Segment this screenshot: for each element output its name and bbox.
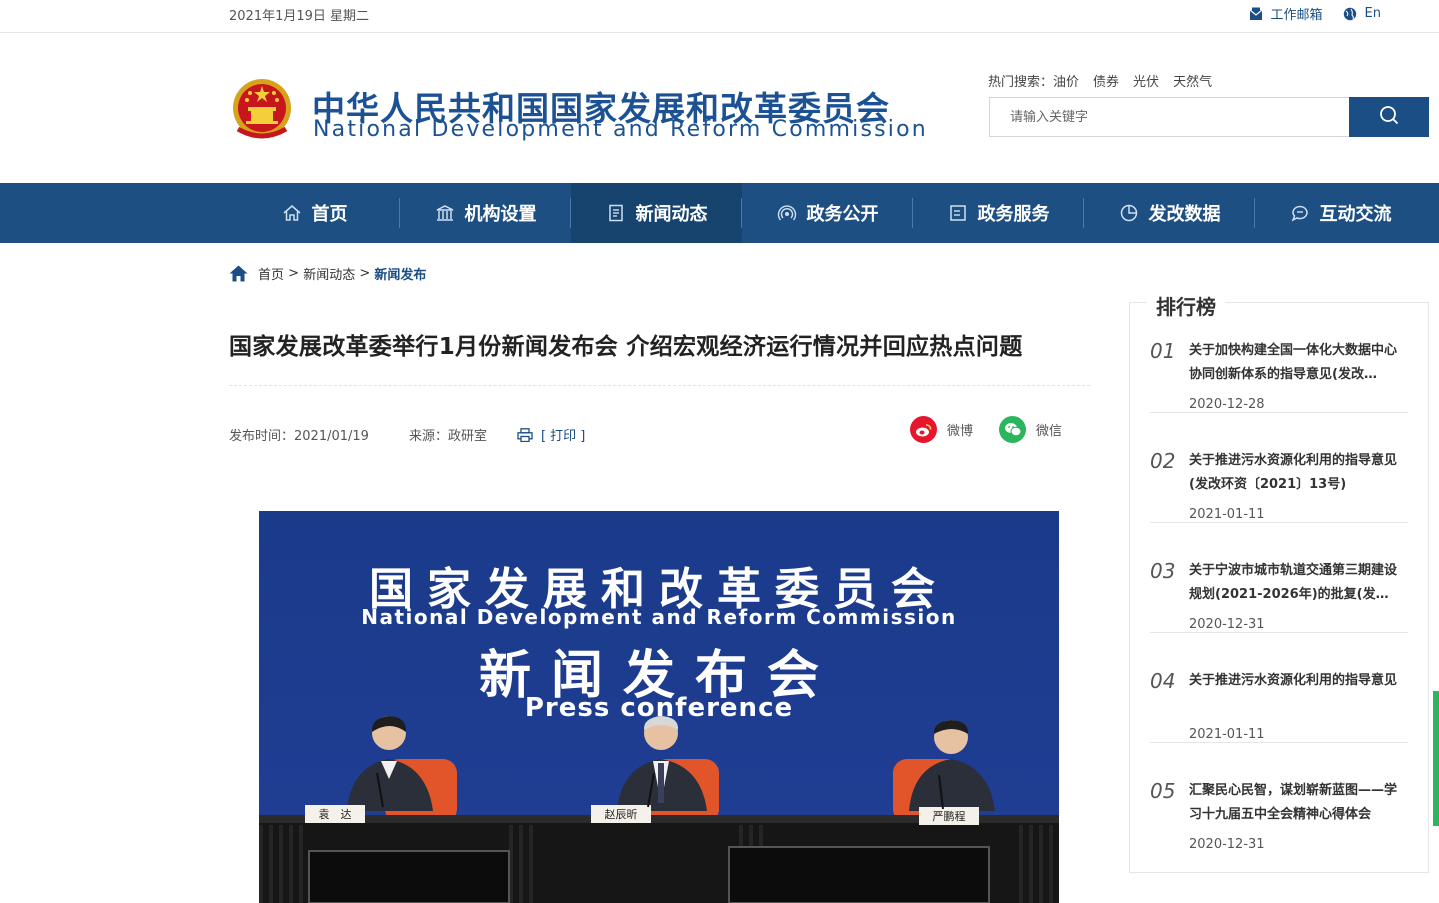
globe-icon xyxy=(1343,7,1357,21)
nav-item-label: 发改数据 xyxy=(1148,204,1221,225)
main-nav: 首页 机构设置 新闻动态 政务公开 政务服务 发改数据 互动交流 xyxy=(0,183,1439,243)
ranking-item: 02 关于推进污水资源化利用的指导意见(发改环资〔2021〕13号) 2021-… xyxy=(1150,413,1408,523)
search-box xyxy=(989,97,1429,137)
backdrop-press-conference-en: Press conference xyxy=(524,693,794,723)
search-button[interactable] xyxy=(1349,97,1429,137)
article-source: 来源：政研室 xyxy=(408,429,487,444)
breadcrumb-current[interactable]: 新闻发布 xyxy=(374,264,426,283)
top-links: 工作邮箱 En xyxy=(1229,4,1381,23)
top-bar: 2021年1月19日 星期二 工作邮箱 En xyxy=(0,0,1439,33)
nav-item-services[interactable]: 政务服务 xyxy=(913,183,1084,243)
breadcrumb-news-link[interactable]: 新闻动态 xyxy=(303,264,355,283)
nameplate-3: 严鹏程 xyxy=(933,810,966,823)
print-label: [ 打印 ] xyxy=(540,429,586,444)
nameplate-2: 赵辰昕 xyxy=(605,807,638,821)
article-meta: 发布时间：2021/01/19 来源：政研室 [ 打印 ] xyxy=(229,425,585,444)
ranking-date: 2021-01-11 xyxy=(1189,727,1265,742)
nav-item-home[interactable]: 首页 xyxy=(229,183,400,243)
side-float-tab[interactable] xyxy=(1433,691,1439,826)
mail-icon xyxy=(1249,7,1263,21)
hot-word-link[interactable]: 光伏 xyxy=(1133,71,1159,90)
broadcast-icon xyxy=(777,203,797,223)
ranking-item: 05 汇聚民心民智，谋划崭新蓝图——学习十九届五中全会精神心得体会 2020-1… xyxy=(1150,743,1408,853)
nav-item-label: 新闻动态 xyxy=(635,204,708,225)
ranking-date: 2021-01-11 xyxy=(1189,507,1265,522)
share-wechat-button[interactable]: 微信 xyxy=(999,416,1062,443)
ranking-item: 03 关于宁波市城市轨道交通第三期建设规划(2021-2026年)的批复(发… … xyxy=(1150,523,1408,633)
ranking-link[interactable]: 汇聚民心民智，谋划崭新蓝图——学习十九届五中全会精神心得体会 xyxy=(1189,779,1408,827)
nav-item-label: 政务公开 xyxy=(806,204,879,225)
home-icon[interactable] xyxy=(229,265,248,282)
building-icon xyxy=(435,203,455,223)
ranking-number: 01 xyxy=(1150,339,1176,363)
hot-word-link[interactable]: 债券 xyxy=(1093,71,1119,90)
search-icon xyxy=(1379,105,1399,129)
nav-item-interaction[interactable]: 互动交流 xyxy=(1255,183,1426,243)
breadcrumb-home-link[interactable]: 首页 xyxy=(258,264,284,283)
nav-item-organization[interactable]: 机构设置 xyxy=(400,183,571,243)
site-title-en: National Development and Reform Commissi… xyxy=(313,117,928,142)
ranking-item: 04 关于推进污水资源化利用的指导意见 2021-01-11 xyxy=(1150,633,1408,743)
work-mail-link[interactable]: 工作邮箱 xyxy=(1249,4,1323,23)
share-weibo-label: 微博 xyxy=(947,424,974,439)
pie-chart-icon xyxy=(1119,203,1139,223)
backdrop-title-en: National Development and Reform Commissi… xyxy=(361,605,957,629)
nav-item-news[interactable]: 新闻动态 xyxy=(571,183,742,243)
search-input[interactable] xyxy=(989,97,1349,137)
ranking-number: 05 xyxy=(1150,779,1176,803)
english-label: En xyxy=(1364,6,1381,21)
weibo-icon xyxy=(910,416,937,443)
press-conference-photo: 袁 达 赵辰昕 严鹏程 国家发展和改革委员会 National Developm… xyxy=(259,511,1059,903)
english-link[interactable]: En xyxy=(1343,6,1381,21)
breadcrumb-separator: > xyxy=(284,266,304,281)
ranking-date: 2020-12-31 xyxy=(1189,837,1265,852)
hot-search: 热门搜索： 油价 债券 光伏 天然气 xyxy=(988,71,1212,90)
ranking-panel: 排行榜 01 关于加快构建全国一体化大数据中心协同创新体系的指导意见(发改… 2… xyxy=(1129,291,1429,873)
current-date: 2021年1月19日 星期二 xyxy=(229,9,370,24)
hot-word-link[interactable]: 油价 xyxy=(1053,71,1079,90)
breadcrumb: 首页 > 新闻动态 > 新闻发布 xyxy=(229,264,426,283)
share-weibo-button[interactable]: 微博 xyxy=(910,416,973,443)
site-header: 中华人民共和国国家发展和改革委员会 National Development a… xyxy=(0,33,1439,183)
nameplate-1: 袁 达 xyxy=(319,808,352,821)
national-emblem-logo[interactable] xyxy=(230,77,294,143)
ranking-link[interactable]: 关于加快构建全国一体化大数据中心协同创新体系的指导意见(发改… xyxy=(1189,339,1408,387)
home-icon xyxy=(282,203,302,223)
ranking-link[interactable]: 关于推进污水资源化利用的指导意见 xyxy=(1189,669,1408,717)
breadcrumb-separator: > xyxy=(355,266,375,281)
ranking-item: 01 关于加快构建全国一体化大数据中心协同创新体系的指导意见(发改… 2020-… xyxy=(1150,303,1408,413)
print-button[interactable]: [ 打印 ] xyxy=(517,425,585,444)
wechat-icon xyxy=(999,416,1027,443)
title-divider xyxy=(229,385,1090,386)
ranking-date: 2020-12-28 xyxy=(1189,397,1265,412)
ranking-link[interactable]: 关于推进污水资源化利用的指导意见(发改环资〔2021〕13号) xyxy=(1189,449,1408,497)
ranking-link[interactable]: 关于宁波市城市轨道交通第三期建设规划(2021-2026年)的批复(发… xyxy=(1189,559,1408,607)
ranking-date: 2020-12-31 xyxy=(1189,617,1265,632)
list-icon xyxy=(948,203,968,223)
article-title: 国家发展改革委举行1月份新闻发布会 介绍宏观经济运行情况并回应热点问题 xyxy=(229,334,1023,360)
ranking-number: 02 xyxy=(1150,449,1176,473)
share-bar: 微博 微信 xyxy=(910,416,1062,443)
printer-icon xyxy=(517,427,533,442)
nav-item-data[interactable]: 发改数据 xyxy=(1084,183,1255,243)
ranking-number: 03 xyxy=(1150,559,1176,583)
hot-word-link[interactable]: 天然气 xyxy=(1173,71,1212,90)
nav-item-label: 互动交流 xyxy=(1319,204,1392,225)
nav-item-label: 机构设置 xyxy=(464,204,537,225)
nav-item-government-affairs[interactable]: 政务公开 xyxy=(742,183,913,243)
publish-time: 发布时间：2021/01/19 xyxy=(229,429,369,444)
news-icon xyxy=(606,203,626,223)
hot-search-label: 热门搜索： xyxy=(988,75,1054,90)
ranking-number: 04 xyxy=(1150,669,1176,693)
chat-icon xyxy=(1290,203,1310,223)
nav-item-label: 政务服务 xyxy=(977,204,1050,225)
share-wechat-label: 微信 xyxy=(1036,424,1063,439)
nav-item-label: 首页 xyxy=(311,204,348,225)
work-mail-label: 工作邮箱 xyxy=(1270,8,1323,23)
